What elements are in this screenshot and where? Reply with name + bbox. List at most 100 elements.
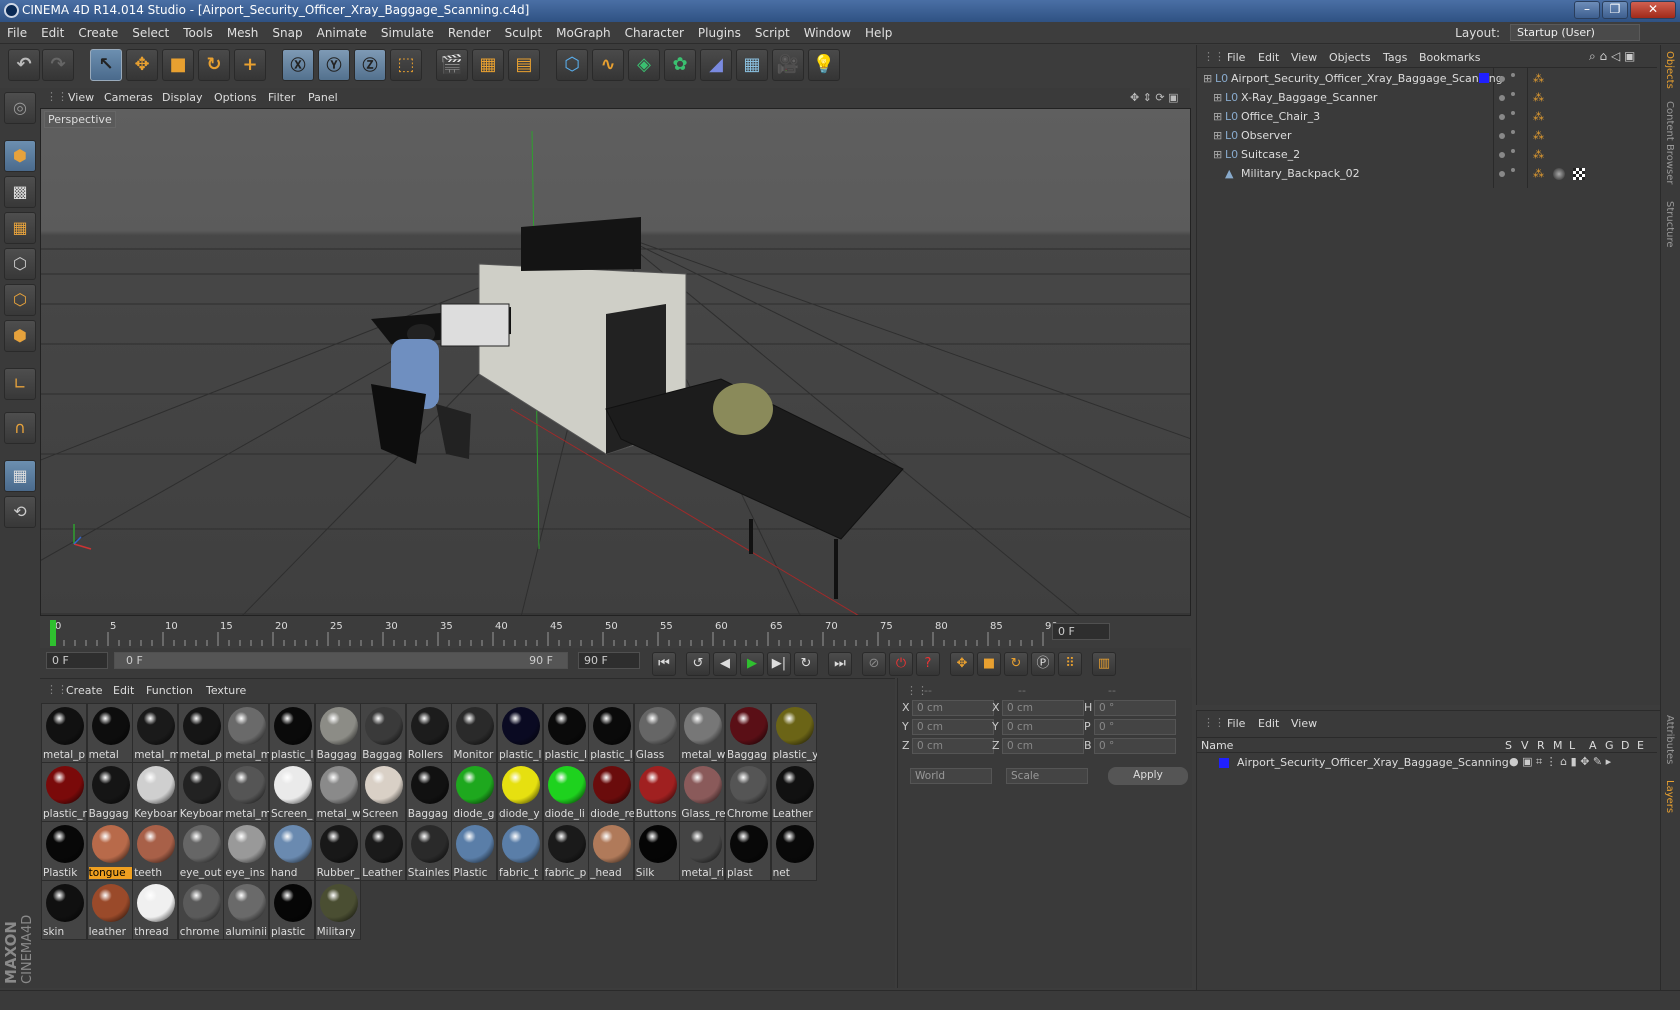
material-swatch[interactable]: diode_re bbox=[588, 762, 635, 822]
object-row[interactable]: ⊞ L0 Observer ⁂ bbox=[1197, 126, 1657, 146]
coord-value-field[interactable]: 0 ° bbox=[1094, 738, 1176, 754]
model-mode-icon[interactable]: ⬢ bbox=[4, 140, 36, 172]
keyframe-selection-icon[interactable]: ? bbox=[916, 652, 940, 676]
material-swatch[interactable]: metal_w bbox=[679, 703, 726, 763]
goto-end-icon[interactable]: ⏭ bbox=[828, 652, 852, 676]
visibility-dot[interactable] bbox=[1499, 76, 1505, 82]
object-row[interactable]: ⊞ L0 Office_Chair_3 ⁂ bbox=[1197, 107, 1657, 127]
material-swatch[interactable]: hand bbox=[269, 821, 315, 881]
menu-plugins[interactable]: Plugins bbox=[691, 22, 748, 44]
material-swatch[interactable]: fabric_t bbox=[497, 821, 543, 881]
material-swatch[interactable]: plastic_y bbox=[770, 703, 817, 763]
material-swatch[interactable]: metal_ri bbox=[679, 821, 726, 881]
layer-color-swatch[interactable] bbox=[1219, 758, 1229, 768]
material-swatch[interactable]: skin bbox=[41, 880, 87, 940]
apply-button[interactable]: Apply bbox=[1108, 767, 1188, 785]
coord-value-field[interactable]: 0 cm bbox=[912, 738, 994, 754]
tab-content-browser[interactable]: Content Browser bbox=[1664, 101, 1675, 184]
menu-simulate[interactable]: Simulate bbox=[374, 22, 441, 44]
menu-mesh[interactable]: Mesh bbox=[220, 22, 266, 44]
material-swatch[interactable]: eye_out bbox=[177, 821, 224, 881]
start-frame-field[interactable]: 0 F bbox=[46, 652, 108, 669]
material-swatch[interactable]: Screen_ bbox=[269, 762, 315, 822]
material-swatch[interactable]: plastic bbox=[269, 880, 315, 940]
render-dot[interactable] bbox=[1511, 168, 1515, 172]
maximize-button[interactable]: ❐ bbox=[1602, 1, 1628, 19]
material-swatch[interactable]: leather bbox=[86, 880, 133, 940]
tab-objects[interactable]: Objects bbox=[1664, 51, 1675, 89]
3d-viewport[interactable]: Perspective bbox=[40, 108, 1191, 616]
menu-script[interactable]: Script bbox=[748, 22, 797, 44]
visibility-dot[interactable] bbox=[1499, 114, 1505, 120]
vp-menu-panel[interactable]: Panel bbox=[308, 91, 338, 104]
phong-tag-icon[interactable]: ⁂ bbox=[1533, 110, 1544, 123]
expand-icon[interactable]: ⊞ bbox=[1203, 72, 1212, 85]
object-row[interactable]: ⊞ L0 Airport_Security_Officer_Xray_Baggage… bbox=[1197, 69, 1657, 89]
rotate-icon[interactable]: ↻ bbox=[198, 49, 230, 81]
coord-value-field[interactable]: 0 cm bbox=[912, 700, 994, 716]
layer-menu-view[interactable]: View bbox=[1291, 717, 1317, 730]
material-swatch[interactable]: eye_ins bbox=[223, 821, 270, 881]
material-swatch[interactable]: Leather bbox=[770, 762, 817, 822]
material-swatch[interactable]: Keyboar bbox=[132, 762, 179, 822]
tab-attributes[interactable]: Attributes bbox=[1664, 715, 1675, 764]
object-name[interactable]: X-Ray_Baggage_Scanner bbox=[1241, 91, 1377, 104]
undo-icon[interactable]: ↶ bbox=[8, 49, 40, 81]
key-rotation-icon[interactable]: ↻ bbox=[1004, 652, 1028, 676]
om-search-home-icons[interactable]: ⌕ ⌂ ◁ ▣ bbox=[1589, 49, 1635, 64]
layer-column-header[interactable]: R bbox=[1537, 739, 1545, 752]
material-swatch[interactable]: Baggag bbox=[405, 762, 452, 822]
render-dot[interactable] bbox=[1511, 149, 1515, 153]
current-frame-field[interactable]: 0 F bbox=[1052, 623, 1110, 640]
visibility-dot[interactable] bbox=[1499, 133, 1505, 139]
live-selection-icon[interactable]: ↖ bbox=[90, 49, 122, 81]
material-swatch[interactable]: Stainles bbox=[405, 821, 452, 881]
om-menu-view[interactable]: View bbox=[1291, 51, 1317, 64]
object-name[interactable]: Suitcase_2 bbox=[1241, 148, 1300, 161]
menu-snap[interactable]: Snap bbox=[265, 22, 309, 44]
material-swatch[interactable]: chrome bbox=[177, 880, 224, 940]
menu-animate[interactable]: Animate bbox=[310, 22, 374, 44]
coord-scale-dropdown[interactable]: Scale bbox=[1006, 768, 1088, 784]
material-swatch[interactable]: fabric_p bbox=[542, 821, 589, 881]
menu-edit[interactable]: Edit bbox=[34, 22, 71, 44]
menu-create[interactable]: Create bbox=[71, 22, 125, 44]
layer-column-header[interactable]: S bbox=[1505, 739, 1512, 752]
om-menu-edit[interactable]: Edit bbox=[1258, 51, 1279, 64]
vp-menu-filter[interactable]: Filter bbox=[268, 91, 295, 104]
timeline-ruler[interactable]: 051015202530354045505560657075808590 0 F bbox=[40, 618, 1191, 648]
key-pla-icon[interactable]: ⠿ bbox=[1058, 652, 1082, 676]
array-icon[interactable]: ✿ bbox=[664, 49, 696, 81]
phong-tag-icon[interactable]: ⁂ bbox=[1533, 91, 1544, 104]
material-swatch[interactable]: Baggag bbox=[314, 703, 361, 763]
visibility-dot[interactable] bbox=[1499, 171, 1505, 177]
object-name[interactable]: Office_Chair_3 bbox=[1241, 110, 1320, 123]
tab-layers[interactable]: Layers bbox=[1664, 780, 1675, 813]
phong-tag-icon[interactable]: ⁂ bbox=[1533, 148, 1544, 161]
viewport-nav-icons[interactable]: ✥ ⇕ ⟳ ▣ bbox=[1130, 91, 1179, 104]
layer-column-header[interactable]: Name bbox=[1201, 739, 1233, 752]
layer-flags-icons[interactable]: ● ▣ ⌗ ⋮ ⌂ ▮ ✥ ✎ ▸ bbox=[1509, 755, 1611, 769]
render-dot[interactable] bbox=[1511, 130, 1515, 134]
material-swatch[interactable]: metal_m bbox=[223, 762, 270, 822]
material-swatch[interactable]: Buttons bbox=[633, 762, 680, 822]
expand-icon[interactable]: ⊞ bbox=[1213, 148, 1222, 161]
polygons-mode-icon[interactable]: ⬢ bbox=[4, 320, 36, 352]
mat-menu-function[interactable]: Function bbox=[146, 684, 193, 697]
render-settings-icon[interactable]: ▤ bbox=[508, 49, 540, 81]
planar-workplane-icon[interactable]: ⟲ bbox=[4, 496, 36, 528]
menu-window[interactable]: Window bbox=[797, 22, 858, 44]
spline-icon[interactable]: ∿ bbox=[592, 49, 624, 81]
material-swatch[interactable]: Military bbox=[314, 880, 361, 940]
layer-column-header[interactable]: A bbox=[1589, 739, 1597, 752]
render-picture-viewer-icon[interactable]: ▦ bbox=[472, 49, 504, 81]
nurbs-icon[interactable]: ◈ bbox=[628, 49, 660, 81]
phong-tag-icon[interactable]: ⁂ bbox=[1533, 167, 1544, 180]
layer-menu-file[interactable]: File bbox=[1227, 717, 1245, 730]
autokey-icon[interactable]: ⏻ bbox=[889, 652, 913, 676]
layer-column-header[interactable]: M bbox=[1553, 739, 1563, 752]
x-axis-icon[interactable]: Ⓧ bbox=[282, 49, 314, 81]
render-dot[interactable] bbox=[1511, 92, 1515, 96]
render-dot[interactable] bbox=[1511, 111, 1515, 115]
menu-help[interactable]: Help bbox=[858, 22, 899, 44]
